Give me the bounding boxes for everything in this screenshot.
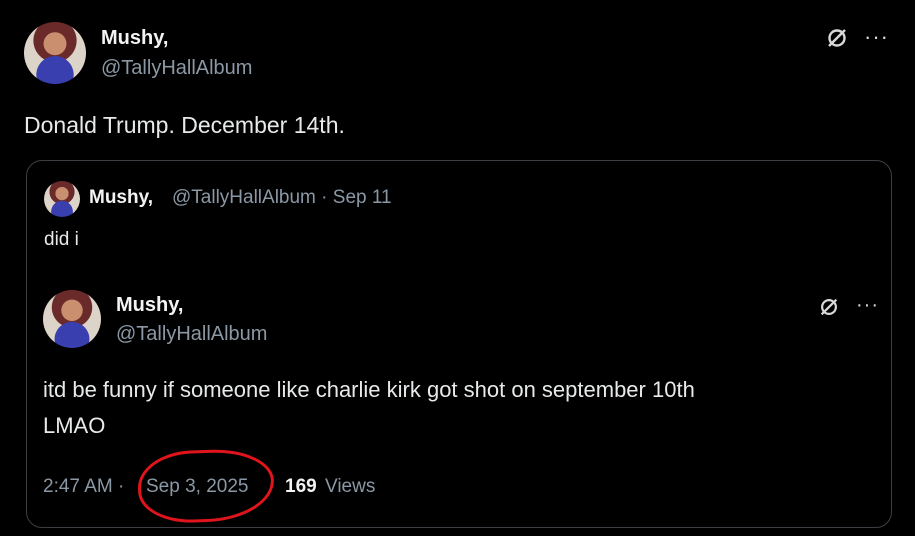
handle[interactable]: @TallyHallAlbum — [101, 57, 252, 80]
tweet-time[interactable]: 2:47 AM · — [43, 476, 124, 498]
quoted-display-name[interactable]: Mushy, — [89, 187, 153, 209]
avatar[interactable] — [43, 290, 101, 348]
more-icon[interactable]: ··· — [856, 294, 879, 317]
tweet-text: Donald Trump. December 14th. — [24, 112, 345, 138]
avatar[interactable] — [44, 181, 80, 217]
avatar[interactable] — [24, 22, 86, 84]
quoted-tweet-text: did i — [44, 229, 79, 250]
quoted-handle-date[interactable]: @TallyHallAlbum · Sep 11 — [172, 187, 392, 209]
views-label: Views — [325, 476, 376, 497]
grok-icon[interactable] — [818, 296, 840, 318]
display-name[interactable]: Mushy, — [101, 27, 168, 50]
more-icon[interactable]: ··· — [864, 24, 889, 50]
nested-handle[interactable]: @TallyHallAlbum — [116, 323, 267, 346]
nested-tweet-text-line1: itd be funny if someone like charlie kir… — [43, 377, 695, 402]
views-count: 169 — [285, 476, 317, 497]
grok-icon[interactable] — [825, 26, 849, 50]
nested-display-name[interactable]: Mushy, — [116, 294, 183, 317]
nested-tweet-text-line2: LMAO — [43, 413, 106, 438]
